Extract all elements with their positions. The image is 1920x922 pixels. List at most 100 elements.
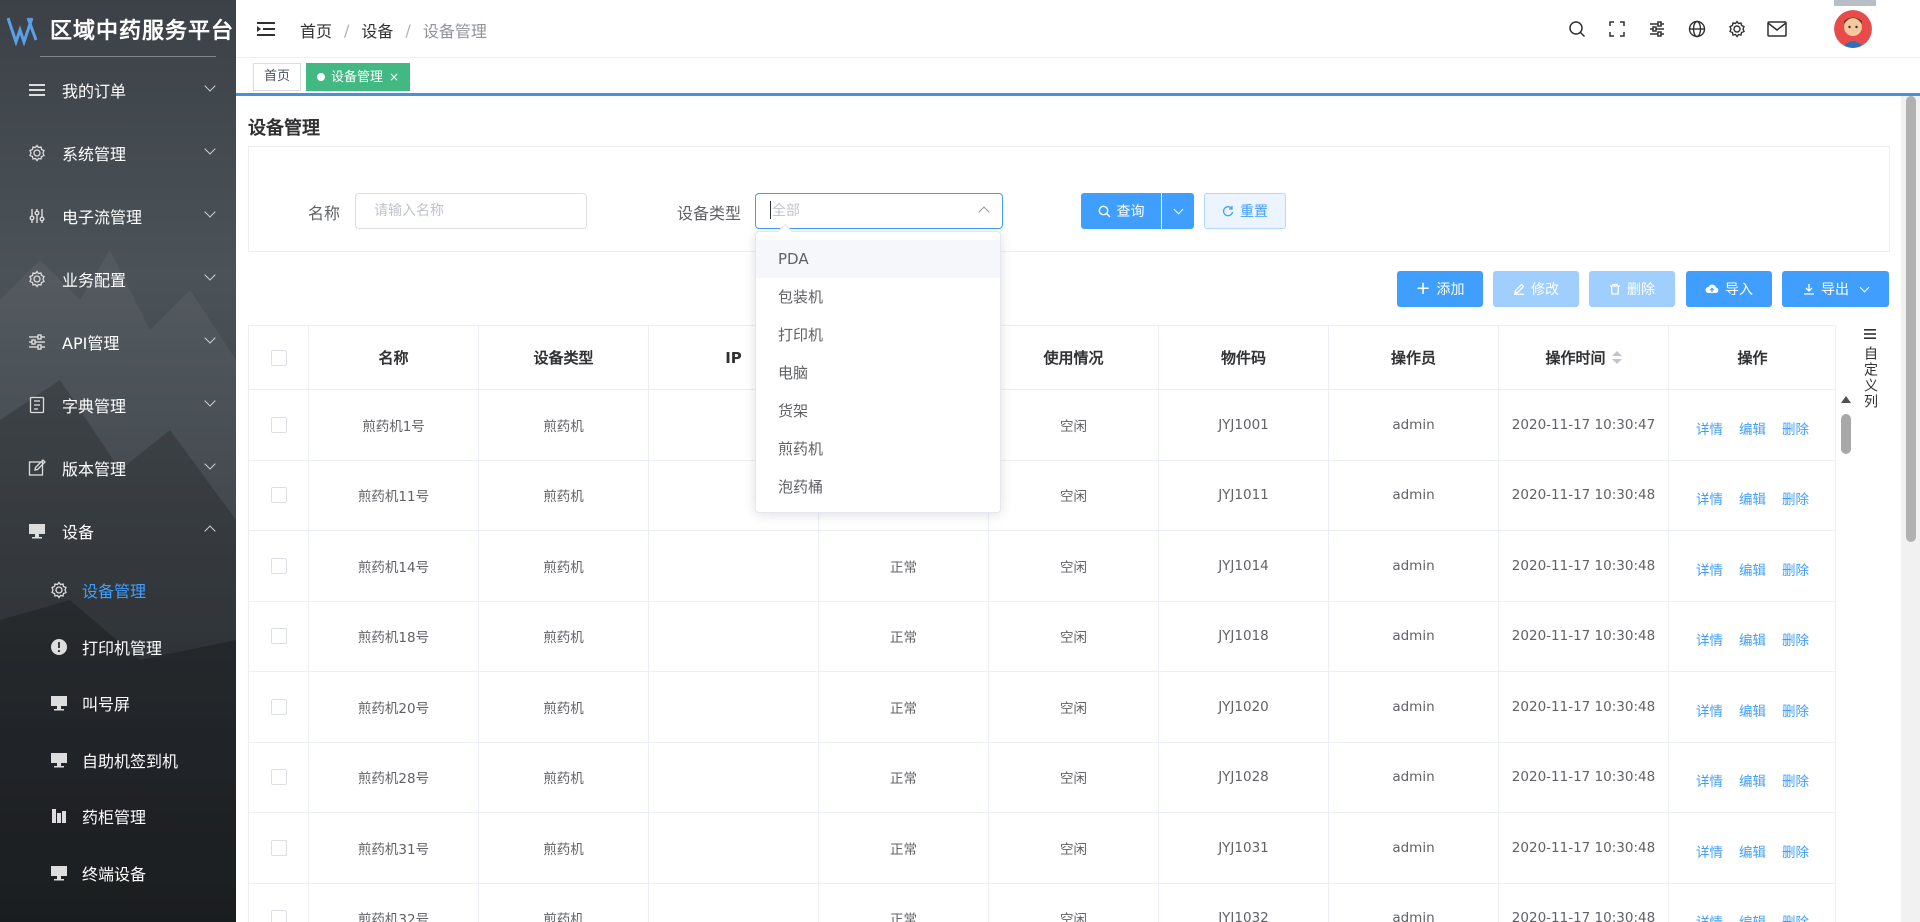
row-action-link[interactable]: 编辑 xyxy=(1739,559,1766,579)
reset-button-label: 重置 xyxy=(1240,204,1268,220)
table-row[interactable]: 煎药机31号 煎药机 正常 空闲 JYJ1031 admin 2020-11-17 10:3… xyxy=(249,813,1835,884)
sidebar-subitem-4[interactable]: 药柜管理 xyxy=(0,788,236,845)
cell-text: 空闲 xyxy=(1060,841,1087,858)
row-checkbox[interactable] xyxy=(270,839,287,856)
row-action-link[interactable]: 删除 xyxy=(1782,559,1809,579)
tag-home[interactable]: 首页 xyxy=(253,63,302,91)
settings-lines-icon xyxy=(26,333,48,350)
row-checkbox[interactable] xyxy=(270,416,287,433)
table-row[interactable]: 煎药机18号 煎药机 正常 空闲 JYJ1018 admin 2020-11-17 10:3… xyxy=(249,601,1835,672)
language-icon[interactable] xyxy=(1686,18,1708,40)
edit-button[interactable]: 修改 xyxy=(1493,271,1579,307)
row-action-link[interactable]: 删除 xyxy=(1782,841,1809,861)
row-checkbox[interactable] xyxy=(270,487,287,504)
sidebar-logo-row[interactable]: 区域中药服务平台 xyxy=(0,0,236,58)
row-action-link[interactable]: 删除 xyxy=(1782,770,1809,790)
row-action-link[interactable]: 编辑 xyxy=(1739,911,1766,922)
add-button[interactable]: + 添加 xyxy=(1397,271,1483,307)
row-action-link[interactable]: 编辑 xyxy=(1739,841,1766,861)
query-button[interactable]: 查询 xyxy=(1081,193,1161,229)
row-action-link[interactable]: 详情 xyxy=(1696,911,1723,922)
table-scrollbar[interactable] xyxy=(1840,396,1852,466)
size-icon[interactable] xyxy=(1646,18,1668,40)
cell-text: 煎药机32号 xyxy=(357,912,430,922)
name-input[interactable]: 请输入名称 xyxy=(355,193,587,229)
dropdown-option[interactable]: 包装机 xyxy=(756,278,1000,316)
row-action-link[interactable]: 详情 xyxy=(1696,770,1723,790)
row-action-link[interactable]: 详情 xyxy=(1696,418,1723,438)
device-type-select[interactable]: 全部 xyxy=(755,193,1003,229)
tag-device-manage[interactable]: 设备管理 × xyxy=(306,63,411,91)
row-action-link[interactable]: 详情 xyxy=(1696,700,1723,720)
dropdown-option[interactable]: 打印机 xyxy=(756,316,1000,354)
table-row[interactable]: 煎药机32号 煎药机 正常 空闲 JYJ1032 admin 2020-11-17 10:3… xyxy=(249,883,1835,922)
table-cell-usage: 空闲 xyxy=(989,742,1159,812)
import-button[interactable]: 导入 xyxy=(1686,271,1772,307)
sidebar-subitem-3[interactable]: 自助机签到机 xyxy=(0,732,236,789)
breadcrumb-device[interactable]: 设备 xyxy=(361,18,393,42)
custom-column-button[interactable]: 自定义列 xyxy=(1858,328,1882,418)
sidebar-item-7[interactable]: 设备 xyxy=(0,499,236,562)
breadcrumb-home[interactable]: 首页 xyxy=(300,18,332,42)
sidebar-subitem-2[interactable]: 叫号屏 xyxy=(0,675,236,732)
row-action-link[interactable]: 编辑 xyxy=(1739,418,1766,438)
row-checkbox[interactable] xyxy=(270,557,287,574)
delete-button[interactable]: 删除 xyxy=(1589,271,1675,307)
table-row[interactable]: 煎药机11号 煎药机 空闲 JYJ1011 admin 2020-11-17 10:30:… xyxy=(249,460,1835,531)
fullscreen-icon[interactable] xyxy=(1606,18,1628,40)
sidebar-subitem-1[interactable]: 打印机管理 xyxy=(0,619,236,676)
row-action-link[interactable]: 编辑 xyxy=(1739,770,1766,790)
search-icon[interactable] xyxy=(1566,18,1588,40)
row-action-link[interactable]: 删除 xyxy=(1782,418,1809,438)
row-action-link[interactable]: 编辑 xyxy=(1739,629,1766,649)
row-checkbox[interactable] xyxy=(270,769,287,786)
row-action-link[interactable]: 详情 xyxy=(1696,559,1723,579)
scroll-up-arrow-icon[interactable] xyxy=(1841,396,1851,403)
select-all-checkbox[interactable] xyxy=(270,349,287,366)
row-action-link[interactable]: 编辑 xyxy=(1739,700,1766,720)
sidebar-subitem-5[interactable]: 终端设备 xyxy=(0,845,236,902)
table-cell-type: 煎药机 xyxy=(479,390,649,460)
sidebar-item-6[interactable]: 版本管理 xyxy=(0,436,236,499)
cell-text: 空闲 xyxy=(1060,630,1087,647)
reset-button[interactable]: 重置 xyxy=(1204,193,1286,229)
mail-icon[interactable] xyxy=(1766,18,1788,40)
row-action-link[interactable]: 详情 xyxy=(1696,841,1723,861)
row-checkbox[interactable] xyxy=(270,910,287,922)
dropdown-option[interactable]: 货架 xyxy=(756,392,1000,430)
row-action-link[interactable]: 详情 xyxy=(1696,488,1723,508)
row-action-link[interactable]: 详情 xyxy=(1696,629,1723,649)
sidebar-item-2[interactable]: 电子流管理 xyxy=(0,184,236,247)
sidebar-item-0[interactable]: 我的订单 xyxy=(0,58,236,121)
sidebar-item-4[interactable]: API管理 xyxy=(0,310,236,373)
dropdown-option[interactable]: 电脑 xyxy=(756,354,1000,392)
import-button-label: 导入 xyxy=(1725,282,1753,298)
dropdown-option[interactable]: 煎药机 xyxy=(756,430,1000,468)
sidebar-subitem-0[interactable]: 设备管理 xyxy=(0,562,236,619)
table-row[interactable]: 煎药机28号 煎药机 正常 空闲 JYJ1028 admin 2020-11-17 10:3… xyxy=(249,742,1835,813)
sidebar-item-3[interactable]: 业务配置 xyxy=(0,247,236,310)
export-button[interactable]: 导出 xyxy=(1782,271,1889,307)
table-row[interactable]: 煎药机14号 煎药机 正常 空闲 JYJ1014 admin 2020-11-17 10:3… xyxy=(249,531,1835,602)
dropdown-option[interactable]: PDA xyxy=(756,240,1000,278)
sort-icon[interactable] xyxy=(1611,351,1622,364)
row-checkbox[interactable] xyxy=(270,628,287,645)
menu-fold-icon[interactable] xyxy=(256,19,276,39)
settings-icon[interactable] xyxy=(1726,18,1748,40)
table-row[interactable]: 煎药机1号 煎药机 空闲 JYJ1001 admin 2020-11-17 10:30:4… xyxy=(249,390,1835,461)
row-action-link[interactable]: 删除 xyxy=(1782,911,1809,922)
row-action-link[interactable]: 删除 xyxy=(1782,629,1809,649)
table-row[interactable]: 煎药机20号 煎药机 正常 空闲 JYJ1020 admin 2020-11-17 10:3… xyxy=(249,672,1835,743)
row-action-link[interactable]: 删除 xyxy=(1782,488,1809,508)
close-icon[interactable]: × xyxy=(389,70,399,84)
query-dropdown-button[interactable] xyxy=(1162,193,1194,229)
row-action-link[interactable]: 编辑 xyxy=(1739,488,1766,508)
page-scrollbar-thumb[interactable] xyxy=(1906,96,1916,542)
table-scrollbar-thumb[interactable] xyxy=(1841,414,1851,454)
sidebar-item-1[interactable]: 系统管理 xyxy=(0,121,236,184)
dropdown-option[interactable]: 泡药桶 xyxy=(756,468,1000,506)
user-avatar[interactable] xyxy=(1834,10,1872,48)
sidebar-item-5[interactable]: 字典管理 xyxy=(0,373,236,436)
row-checkbox[interactable] xyxy=(270,698,287,715)
row-action-link[interactable]: 删除 xyxy=(1782,700,1809,720)
